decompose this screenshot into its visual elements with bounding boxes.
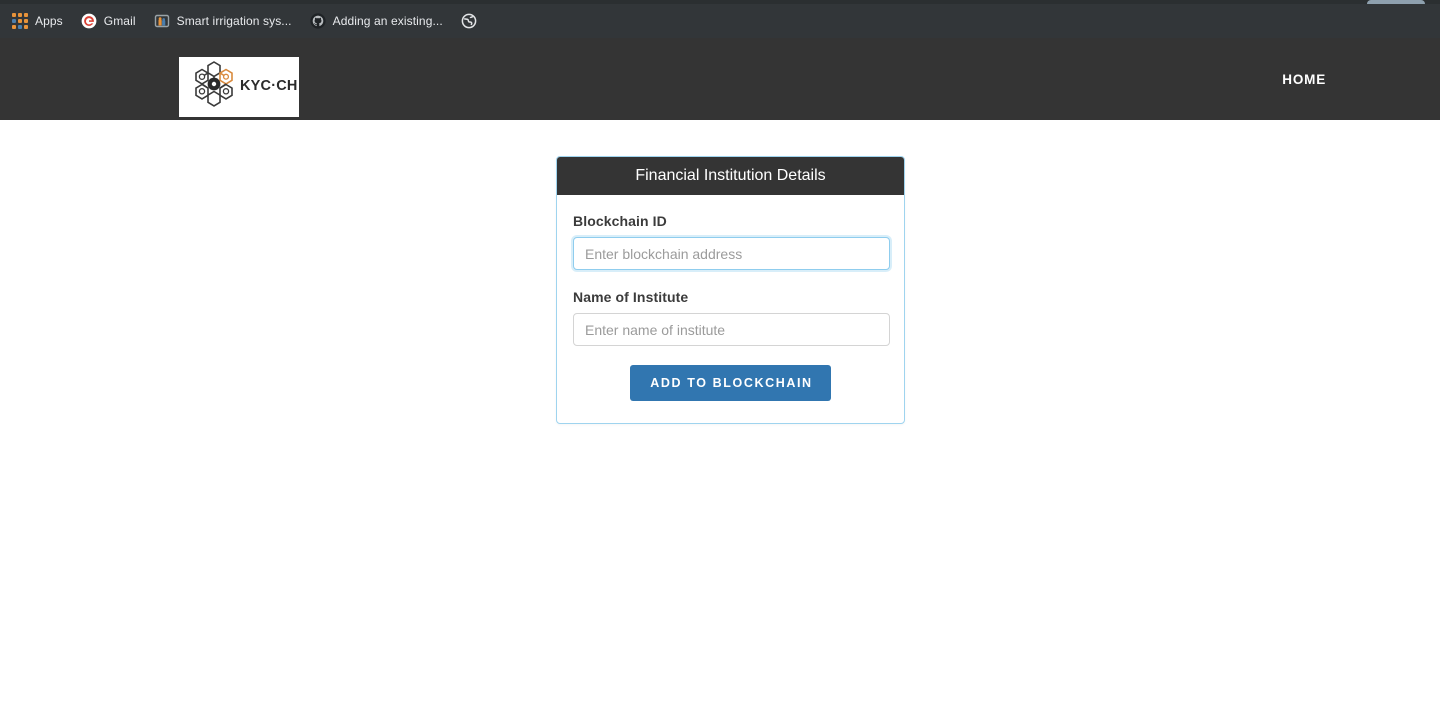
- card-actions: ADD TO BLOCKCHAIN: [573, 365, 888, 401]
- bookmark-apps[interactable]: Apps: [4, 9, 71, 33]
- navbar-links: HOME: [1268, 38, 1440, 120]
- browser-chrome: Apps Gmail Smart irrigation sys... Addin…: [0, 0, 1440, 38]
- blockchain-id-label: Blockchain ID: [573, 213, 667, 229]
- apps-grid-icon: [12, 13, 28, 29]
- globe-icon: [461, 13, 477, 29]
- field-spacer: [573, 280, 888, 289]
- bookmark-globe[interactable]: [453, 9, 492, 33]
- card-body: Blockchain ID Name of Institute ADD TO B…: [557, 195, 904, 423]
- svg-text:KYC·CHAIN: KYC·CHAIN: [240, 78, 297, 94]
- bookmark-smart-irrigation[interactable]: Smart irrigation sys...: [146, 9, 300, 33]
- page-body: Financial Institution Details Blockchain…: [0, 120, 1440, 712]
- site-navbar: KYC·CHAIN HOME: [0, 38, 1440, 120]
- bookmarks-bar: Apps Gmail Smart irrigation sys... Addin…: [0, 4, 1440, 38]
- name-of-institute-input[interactable]: [573, 313, 890, 346]
- bookmark-gmail[interactable]: Gmail: [73, 9, 144, 33]
- site-favicon: [154, 13, 170, 29]
- bookmark-label: Adding an existing...: [332, 14, 443, 28]
- bookmark-label: Smart irrigation sys...: [176, 14, 292, 28]
- github-icon: [310, 13, 326, 29]
- brand-logo[interactable]: KYC·CHAIN: [179, 57, 299, 117]
- field-group-name-of-institute: Name of Institute: [573, 289, 890, 346]
- kyc-chain-hexagon-logo: KYC·CHAIN: [195, 61, 297, 107]
- name-of-institute-label: Name of Institute: [573, 289, 689, 305]
- blockchain-id-input[interactable]: [573, 237, 890, 270]
- gmail-icon: [81, 13, 97, 29]
- financial-institution-card: Financial Institution Details Blockchain…: [556, 156, 905, 424]
- card-header-title: Financial Institution Details: [557, 157, 904, 195]
- nav-link-home[interactable]: HOME: [1268, 62, 1340, 97]
- add-to-blockchain-button[interactable]: ADD TO BLOCKCHAIN: [630, 365, 831, 401]
- bookmark-label: Apps: [35, 14, 63, 28]
- bookmark-label: Gmail: [103, 14, 136, 28]
- bookmark-github[interactable]: Adding an existing...: [302, 9, 451, 33]
- field-group-blockchain-id: Blockchain ID: [573, 213, 890, 270]
